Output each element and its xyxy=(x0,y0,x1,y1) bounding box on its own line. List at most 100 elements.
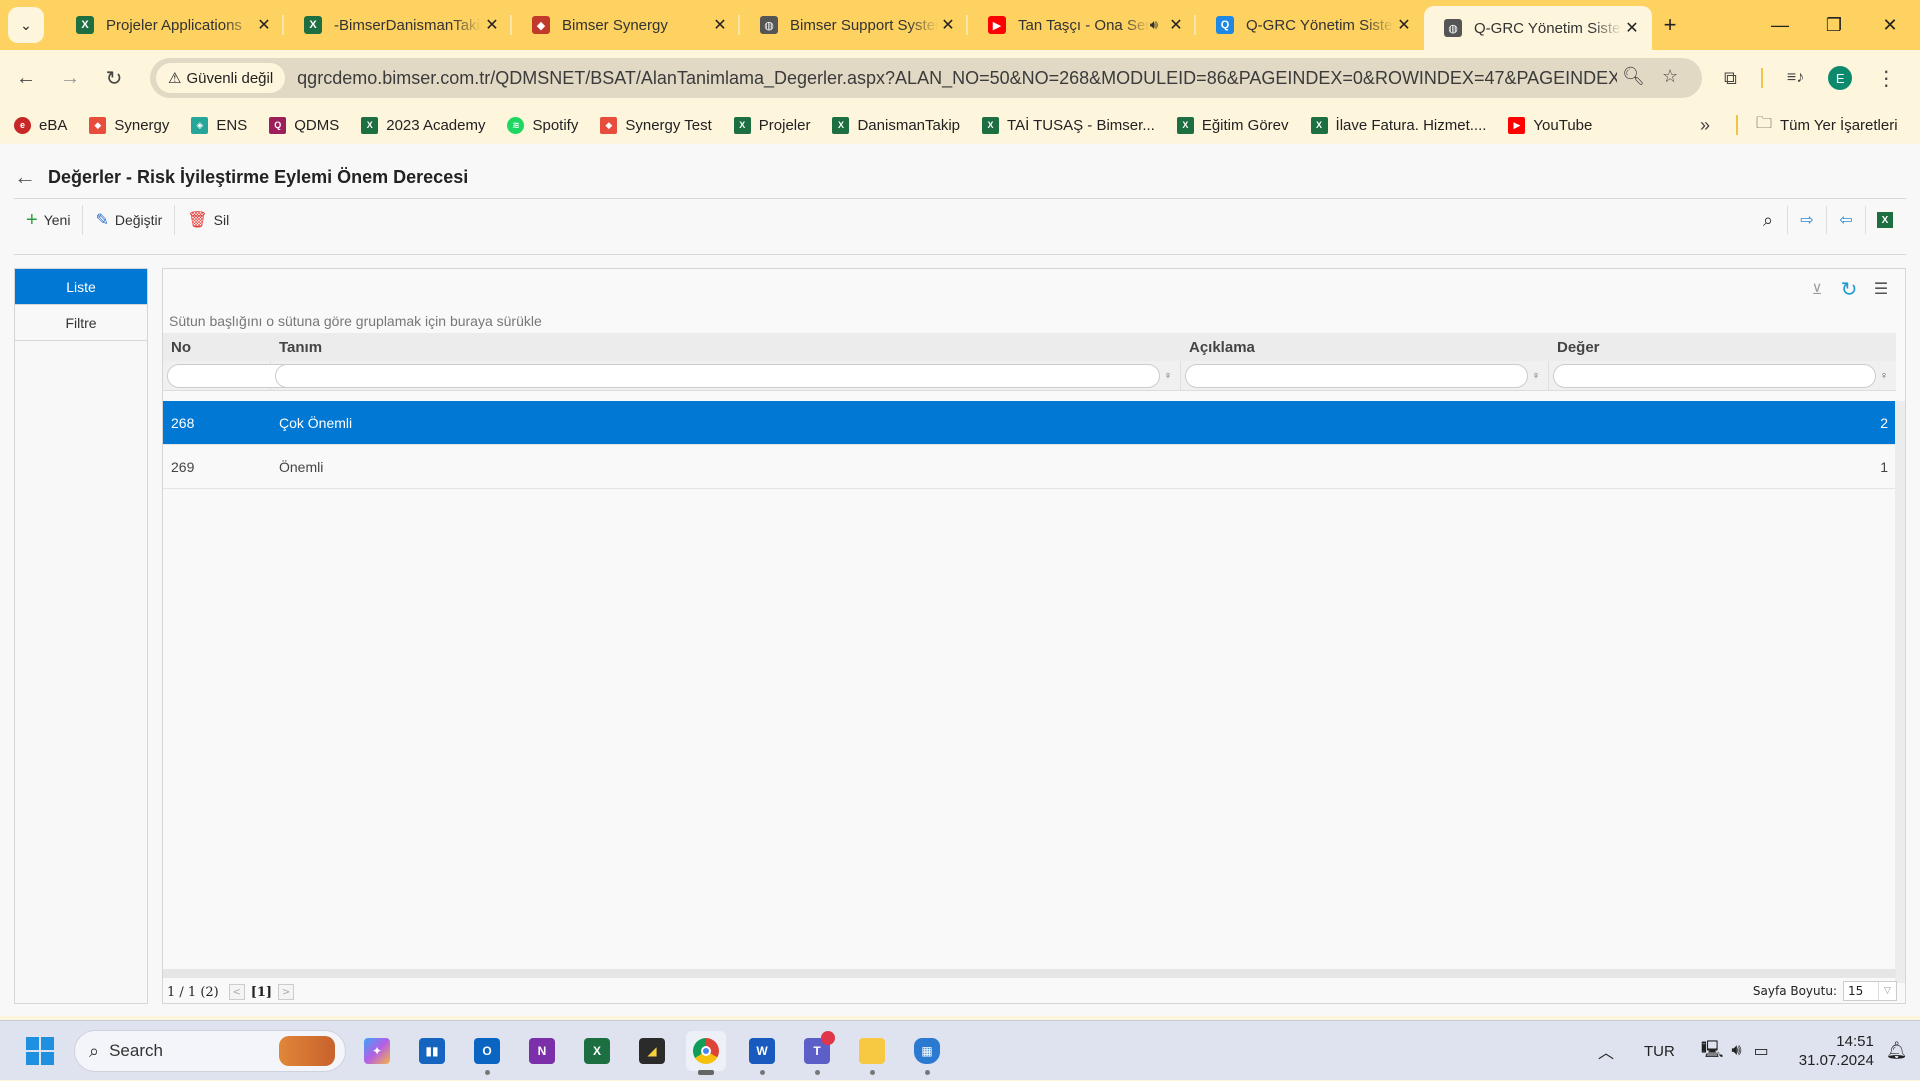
bookmark-item[interactable]: ◆ Synergy Test xyxy=(600,116,712,134)
prev-page-button[interactable]: < xyxy=(228,984,245,1000)
notification-bell-icon[interactable]: 🔔︎ xyxy=(1886,1041,1908,1061)
column-header-tanim[interactable]: Tanım xyxy=(271,333,1181,361)
new-tab-button[interactable]: + xyxy=(1652,12,1688,38)
taskbar-excel[interactable]: X xyxy=(577,1031,617,1071)
bookmark-item[interactable]: X Eğitim Görev xyxy=(1176,116,1289,134)
column-header-no[interactable]: No xyxy=(163,333,271,361)
export-button[interactable]: ⇨ xyxy=(1788,204,1826,236)
browser-tab[interactable]: X -BimserDanismanTakip ✕ xyxy=(284,5,512,45)
import-button[interactable]: ⇦ xyxy=(1827,204,1865,236)
show-hidden-icons-chevron-icon[interactable]: ︿ xyxy=(1598,1039,1614,1063)
bookmark-item[interactable]: ◈ ENS xyxy=(191,116,247,134)
tab-search-button[interactable]: ⌄ xyxy=(8,7,44,43)
close-tab-icon[interactable]: ✕ xyxy=(1166,15,1186,35)
restore-button[interactable]: ❐ xyxy=(1806,0,1862,50)
browser-tab[interactable]: ◍ Bimser Support System ✕ xyxy=(740,5,968,45)
filter-input-aciklama[interactable] xyxy=(1185,363,1528,388)
new-button[interactable]: + Yeni xyxy=(14,204,82,236)
battery-icon[interactable]: ▭ xyxy=(1754,1041,1769,1061)
bookmark-item[interactable]: X DanismanTakip xyxy=(832,116,960,134)
bookmark-item[interactable]: ◆ Synergy xyxy=(89,116,169,134)
minimize-button[interactable]: — xyxy=(1752,0,1808,50)
close-tab-icon[interactable]: ✕ xyxy=(1394,15,1414,35)
bookmark-item[interactable]: ▶ YouTube xyxy=(1508,116,1592,134)
zoom-icon[interactable]: 🔍︎ xyxy=(1622,66,1645,87)
clock[interactable]: 14:51 31.07.2024 xyxy=(1799,1032,1874,1070)
bookmark-item[interactable]: X TAİ TUSAŞ - Bimser... xyxy=(982,116,1155,134)
taskbar-chrome[interactable] xyxy=(686,1031,726,1075)
sidenav-item-filtre[interactable]: Filtre xyxy=(15,305,147,341)
table-row[interactable]: 268 Çok Önemli 2 xyxy=(163,401,1896,445)
menu-kebab-icon[interactable]: ⋮ xyxy=(1876,66,1896,91)
extensions-icon[interactable]: ⧉ xyxy=(1724,68,1737,89)
profile-avatar[interactable]: E xyxy=(1828,66,1853,90)
taskbar-file-explorer[interactable] xyxy=(852,1031,892,1075)
media-control-icon[interactable]: ≡♪ xyxy=(1787,69,1804,87)
close-tab-icon[interactable]: ✕ xyxy=(254,15,274,35)
filter-icon[interactable]: ♀ xyxy=(1160,370,1176,382)
bookmark-item[interactable]: X 2023 Academy xyxy=(361,116,485,134)
delete-button[interactable]: 🗑︎ Sil xyxy=(175,204,241,236)
excel-export-button[interactable]: X xyxy=(1866,204,1904,236)
taskbar-onenote[interactable]: N xyxy=(522,1031,562,1071)
close-tab-icon[interactable]: ✕ xyxy=(710,15,730,35)
security-indicator[interactable]: ⚠ Güvenli değil xyxy=(156,63,286,93)
close-tab-icon[interactable]: ✕ xyxy=(482,15,502,35)
column-header-aciklama[interactable]: Açıklama xyxy=(1181,333,1549,361)
all-bookmarks-button[interactable]: 🗀 Tüm Yer İşaretleri xyxy=(1756,112,1898,139)
address-bar[interactable]: ⚠ Güvenli değil qgrcdemo.bimser.com.tr/Q… xyxy=(150,58,1702,98)
reload-button[interactable]: ↻ xyxy=(96,60,132,96)
start-button[interactable] xyxy=(20,1031,60,1071)
taskbar-word[interactable]: W xyxy=(742,1031,782,1075)
sidenav-item-liste[interactable]: Liste xyxy=(15,269,147,305)
language-indicator[interactable]: TUR xyxy=(1644,1043,1675,1060)
taskbar-sticky-notes[interactable]: ◢ xyxy=(632,1031,672,1071)
column-header-deger[interactable]: Değer xyxy=(1549,333,1896,361)
taskbar-search[interactable]: ⌕ Search xyxy=(74,1030,346,1072)
taskbar-outlook[interactable]: O xyxy=(467,1031,507,1075)
bookmark-item[interactable]: X Projeler xyxy=(733,116,810,134)
table-row[interactable]: 269 Önemli 1 xyxy=(163,445,1896,489)
close-tab-icon[interactable]: ✕ xyxy=(938,15,958,35)
bookmark-star-icon[interactable]: ☆ xyxy=(1662,66,1678,87)
bookmark-item[interactable]: ≋ Spotify xyxy=(507,116,578,134)
browser-tab[interactable]: ▶ Tan Taşçı - Ona Sen 🔊︎ ✕ xyxy=(968,5,1196,45)
group-panel-hint[interactable]: Sütun başlığını o sütuna göre gruplamak … xyxy=(169,313,542,329)
browser-tab[interactable]: X Projeler Applications ✕ xyxy=(56,5,284,45)
volume-icon[interactable]: 🔊︎ xyxy=(1732,1042,1742,1060)
search-button[interactable]: ⌕ xyxy=(1749,204,1787,236)
browser-tab[interactable]: Q Q-GRC Yönetim Sistemi ✕ xyxy=(1196,5,1424,45)
column-settings-button[interactable]: ☰ xyxy=(1865,275,1897,303)
filter-icon[interactable]: ♀ xyxy=(1528,370,1544,382)
back-button[interactable]: ← xyxy=(8,60,44,96)
bookmark-item[interactable]: e eBA xyxy=(14,116,67,134)
edit-button[interactable]: ✎ Değiştir xyxy=(83,204,174,236)
forward-button[interactable]: → xyxy=(52,60,88,96)
page-back-arrow-icon[interactable]: ← xyxy=(14,164,36,190)
word-icon: W xyxy=(749,1038,775,1064)
taskbar-widgets[interactable]: ▮▮ xyxy=(412,1031,452,1071)
more-bookmarks-chevron-icon[interactable]: » xyxy=(1700,115,1710,136)
network-icon[interactable]: 🖳 xyxy=(1701,1037,1724,1066)
horizontal-scrollbar[interactable] xyxy=(163,969,1896,978)
current-page[interactable]: [1] xyxy=(251,985,272,1000)
audio-playing-icon[interactable]: 🔊︎ xyxy=(1150,17,1158,33)
page-size-select[interactable]: 15 ▽ xyxy=(1843,981,1897,1001)
close-window-button[interactable]: ✕ xyxy=(1862,0,1918,50)
taskbar-security-app[interactable]: ▦ xyxy=(907,1031,947,1075)
close-tab-icon[interactable]: ✕ xyxy=(1622,18,1642,38)
taskbar-teams[interactable]: T xyxy=(797,1031,837,1075)
refresh-button[interactable]: ↻ xyxy=(1833,275,1865,303)
filter-input-deger[interactable] xyxy=(1553,363,1876,388)
bookmark-item[interactable]: Q QDMS xyxy=(269,116,339,134)
filter-input-tanim[interactable] xyxy=(275,363,1160,388)
filter-icon[interactable]: ♀ xyxy=(1876,370,1892,382)
next-page-button[interactable]: > xyxy=(278,984,295,1000)
browser-tab[interactable]: ◍ Q-GRC Yönetim Sistemi ✕ xyxy=(1424,6,1652,50)
clear-filter-button[interactable]: ⊻ xyxy=(1801,275,1833,303)
bookmark-item[interactable]: X İlave Fatura. Hizmet.... xyxy=(1310,116,1486,134)
vertical-scrollbar[interactable] xyxy=(1895,401,1905,983)
url-text[interactable]: qgrcdemo.bimser.com.tr/QDMSNET/BSAT/Alan… xyxy=(297,68,1617,89)
taskbar-copilot[interactable]: ✦ xyxy=(357,1031,397,1071)
browser-tab[interactable]: ◆ Bimser Synergy ✕ xyxy=(512,5,740,45)
